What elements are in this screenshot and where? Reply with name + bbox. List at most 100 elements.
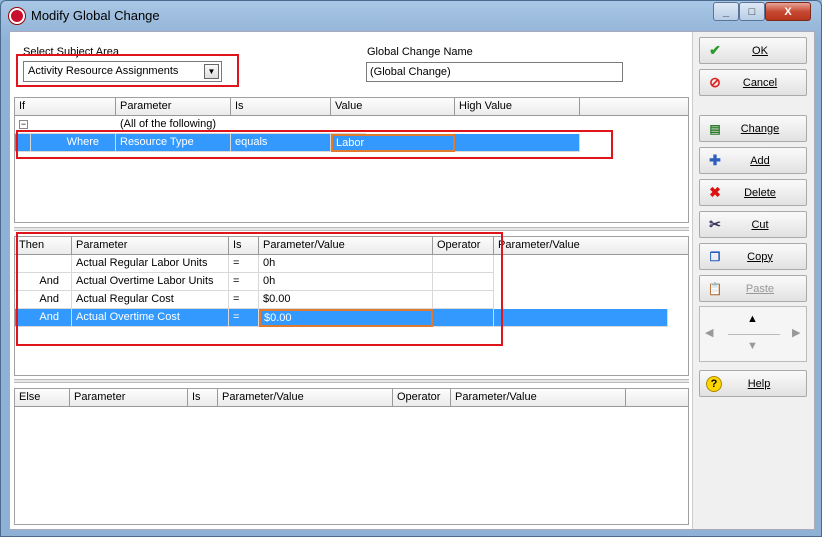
minimize-button[interactable]: _ [713, 2, 739, 21]
col-parameter-value-2[interactable]: Parameter/Value [451, 389, 626, 407]
criteria-panel: Select Subject Area Activity Resource As… [10, 32, 693, 529]
splitter-1[interactable] [14, 227, 689, 231]
then-cell[interactable]: And [15, 309, 72, 327]
all-of-following-cell: (All of the following) [116, 116, 366, 134]
is-cell[interactable]: = [229, 255, 259, 273]
value-cell-2[interactable] [494, 309, 668, 327]
scissors-icon: ✂ [709, 216, 721, 232]
title-bar: Modify Global Change _ □ X [1, 1, 821, 31]
col-operator[interactable]: Operator [433, 237, 494, 255]
then-cell[interactable] [15, 255, 72, 273]
move-up-icon[interactable]: ▲ [747, 313, 758, 325]
delete-label: Delete [744, 186, 776, 199]
delete-button[interactable]: ✖ Delete [699, 179, 807, 206]
col-is[interactable]: Is [229, 237, 259, 255]
help-label: Help [747, 377, 771, 390]
subject-area-dropdown[interactable]: Activity Resource Assignments ▼ [23, 61, 222, 82]
then-cell[interactable]: And [15, 273, 72, 291]
value-cell[interactable]: $0.00 [259, 291, 433, 309]
is-cell[interactable]: = [229, 273, 259, 291]
else-grid: Else Parameter Is Parameter/Value Operat… [14, 388, 689, 525]
is-cell[interactable]: = [229, 309, 259, 327]
ok-button[interactable]: ✔ OK [699, 37, 807, 64]
copy-label: Copy [747, 250, 773, 263]
is-cell[interactable]: equals [231, 134, 331, 152]
col-is[interactable]: Is [231, 98, 331, 116]
cut-label: Cut [751, 218, 769, 231]
col-then[interactable]: Then [15, 237, 72, 255]
maximize-button[interactable]: □ [739, 2, 765, 21]
col-filler [626, 389, 688, 407]
help-button[interactable]: ? Help [699, 370, 807, 397]
if-grid: If Parameter Is Value High Value − (All … [14, 97, 689, 223]
operator-cell[interactable] [433, 309, 494, 327]
copy-button[interactable]: ❐ Copy [699, 243, 807, 270]
operator-cell[interactable] [433, 273, 494, 291]
ok-label: OK [752, 44, 768, 57]
move-arrows: ◀ ▲ ▼ ▶ [699, 306, 807, 362]
delete-icon: ✖ [709, 184, 721, 200]
cancel-label: Cancel [742, 76, 778, 89]
expander-cell[interactable]: − [15, 116, 116, 134]
move-down-icon[interactable]: ▼ [747, 340, 758, 352]
operator-cell[interactable] [433, 291, 494, 309]
cancel-button[interactable]: ⊘ Cancel [699, 69, 807, 96]
if-cell[interactable]: Where [31, 134, 116, 152]
col-operator[interactable]: Operator [393, 389, 451, 407]
parameter-cell[interactable]: Actual Regular Cost [72, 291, 229, 309]
button-panel: ✔ OK ⊘ Cancel ▤ Change ✚ Add ✖ Delete ✂ Cut ❐ C… [693, 32, 814, 529]
change-icon: ▤ [709, 121, 721, 136]
col-parameter-value-2[interactable]: Parameter/Value [494, 237, 688, 255]
parameter-cell[interactable]: Actual Overtime Cost [72, 309, 229, 327]
row-selector[interactable] [15, 134, 31, 152]
col-filler [580, 98, 688, 116]
col-parameter-value[interactable]: Parameter/Value [218, 389, 393, 407]
col-value[interactable]: Value [331, 98, 455, 116]
arrow-divider [728, 334, 780, 335]
value-cell[interactable]: Labor [331, 134, 455, 152]
oracle-app-icon [9, 8, 25, 24]
move-left-icon[interactable]: ◀ [705, 326, 713, 339]
add-label: Add [750, 154, 770, 167]
col-parameter[interactable]: Parameter [72, 237, 229, 255]
high-value-cell[interactable] [455, 134, 580, 152]
dialog-client: Select Subject Area Activity Resource As… [9, 31, 815, 530]
col-parameter-value[interactable]: Parameter/Value [259, 237, 433, 255]
value-cell[interactable]: $0.00 [259, 309, 433, 327]
subject-area-label: Select Subject Area [23, 46, 120, 58]
global-change-name-input[interactable]: (Global Change) [366, 62, 623, 82]
checkmark-icon: ✔ [709, 42, 721, 58]
then-cell[interactable]: And [15, 291, 72, 309]
paste-button[interactable]: 📋 Paste [699, 275, 807, 302]
col-parameter[interactable]: Parameter [70, 389, 188, 407]
change-button[interactable]: ▤ Change [699, 115, 807, 142]
add-button[interactable]: ✚ Add [699, 147, 807, 174]
is-cell[interactable]: = [229, 291, 259, 309]
col-parameter[interactable]: Parameter [116, 98, 231, 116]
splitter-2[interactable] [14, 379, 689, 383]
subject-area-value: Activity Resource Assignments [28, 65, 179, 77]
value-cell[interactable]: 0h [259, 255, 433, 273]
col-if[interactable]: If [15, 98, 116, 116]
change-label: Change [740, 122, 780, 135]
operator-cell[interactable] [433, 255, 494, 273]
cancel-icon: ⊘ [709, 74, 721, 90]
parameter-cell[interactable]: Actual Overtime Labor Units [72, 273, 229, 291]
parameter-cell[interactable]: Actual Regular Labor Units [72, 255, 229, 273]
col-is[interactable]: Is [188, 389, 218, 407]
add-icon: ✚ [709, 152, 721, 168]
move-right-icon[interactable]: ▶ [792, 326, 800, 339]
paste-label: Paste [745, 282, 775, 295]
parameter-cell[interactable]: Resource Type [116, 134, 231, 152]
value-cell[interactable]: 0h [259, 273, 433, 291]
close-button[interactable]: X [765, 2, 811, 21]
window-title: Modify Global Change [31, 8, 160, 23]
help-icon: ? [706, 375, 722, 392]
then-grid: Then Parameter Is Parameter/Value Operat… [14, 236, 689, 376]
collapse-icon[interactable]: − [19, 120, 28, 129]
global-change-name-label: Global Change Name [367, 46, 473, 58]
col-high-value[interactable]: High Value [455, 98, 580, 116]
cut-button[interactable]: ✂ Cut [699, 211, 807, 238]
chevron-down-icon[interactable]: ▼ [204, 64, 219, 79]
col-else[interactable]: Else [15, 389, 70, 407]
